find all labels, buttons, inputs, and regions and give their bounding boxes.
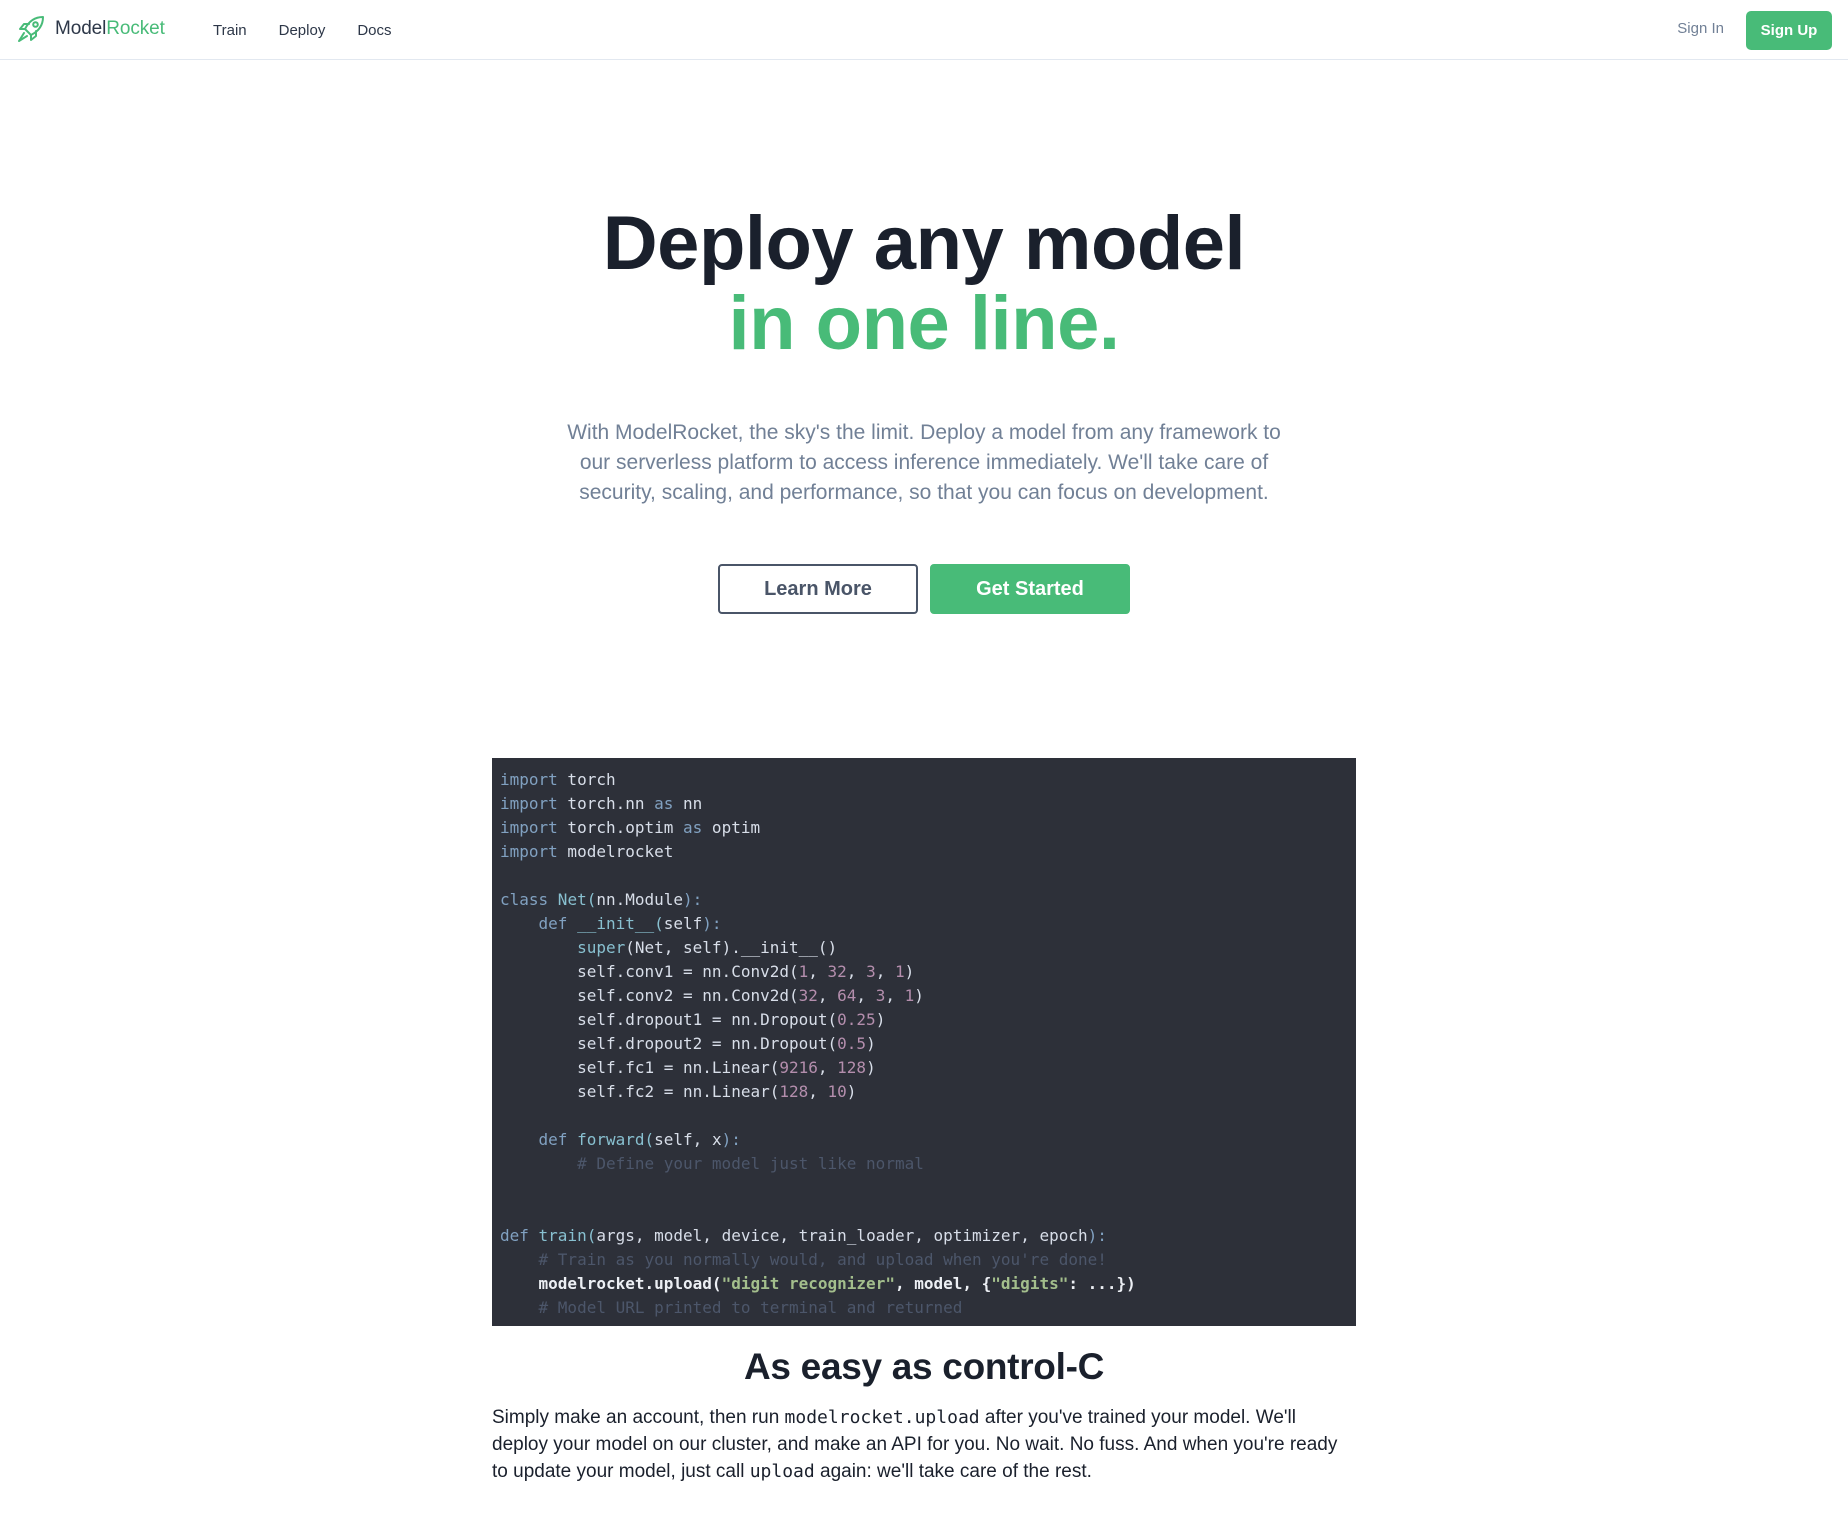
nav-link-docs[interactable]: Docs xyxy=(357,22,391,39)
section-title: As easy as control-C xyxy=(743,1346,1105,1387)
brand-name-accent: Rocket xyxy=(106,18,165,39)
nav-links: Train Deploy Docs xyxy=(213,0,424,60)
hero-title-line1: Deploy any model xyxy=(602,201,1246,286)
sign-up-button[interactable]: Sign Up xyxy=(1746,11,1832,50)
code-text: import torch import torch.nn as nn impor… xyxy=(500,770,1136,1317)
code-example: import torch import torch.nn as nn impor… xyxy=(492,758,1356,1326)
nav-link-deploy[interactable]: Deploy xyxy=(279,22,326,39)
hero-description: With ModelRocket, the sky's the limit. D… xyxy=(567,421,1281,504)
nav-link-train[interactable]: Train xyxy=(213,22,247,39)
hero-title: Deploy any model in one line. xyxy=(0,204,1848,364)
hero-actions: Learn More Get Started xyxy=(0,564,1848,614)
get-started-button[interactable]: Get Started xyxy=(930,564,1130,614)
section-text-3: again: we'll take care of the rest. xyxy=(814,1461,1092,1482)
learn-more-button[interactable]: Learn More xyxy=(718,564,918,614)
section-text-1: Simply make an account, then run xyxy=(492,1407,785,1428)
hero-title-line2: in one line. xyxy=(728,281,1120,366)
brand-logo[interactable]: ModelRocket xyxy=(16,14,165,44)
rocket-icon xyxy=(16,14,46,44)
inline-code-upload: upload xyxy=(749,1461,815,1482)
brand-name-main: Model xyxy=(55,18,107,39)
top-nav: ModelRocket Train Deploy Docs Sign In Si… xyxy=(0,0,1848,60)
brand-name: ModelRocket xyxy=(55,18,165,40)
sign-in-link[interactable]: Sign In xyxy=(1677,20,1724,37)
inline-code-upload-fn: modelrocket.upload xyxy=(784,1407,980,1428)
section-body: Simply make an account, then run modelro… xyxy=(492,1404,1356,1485)
